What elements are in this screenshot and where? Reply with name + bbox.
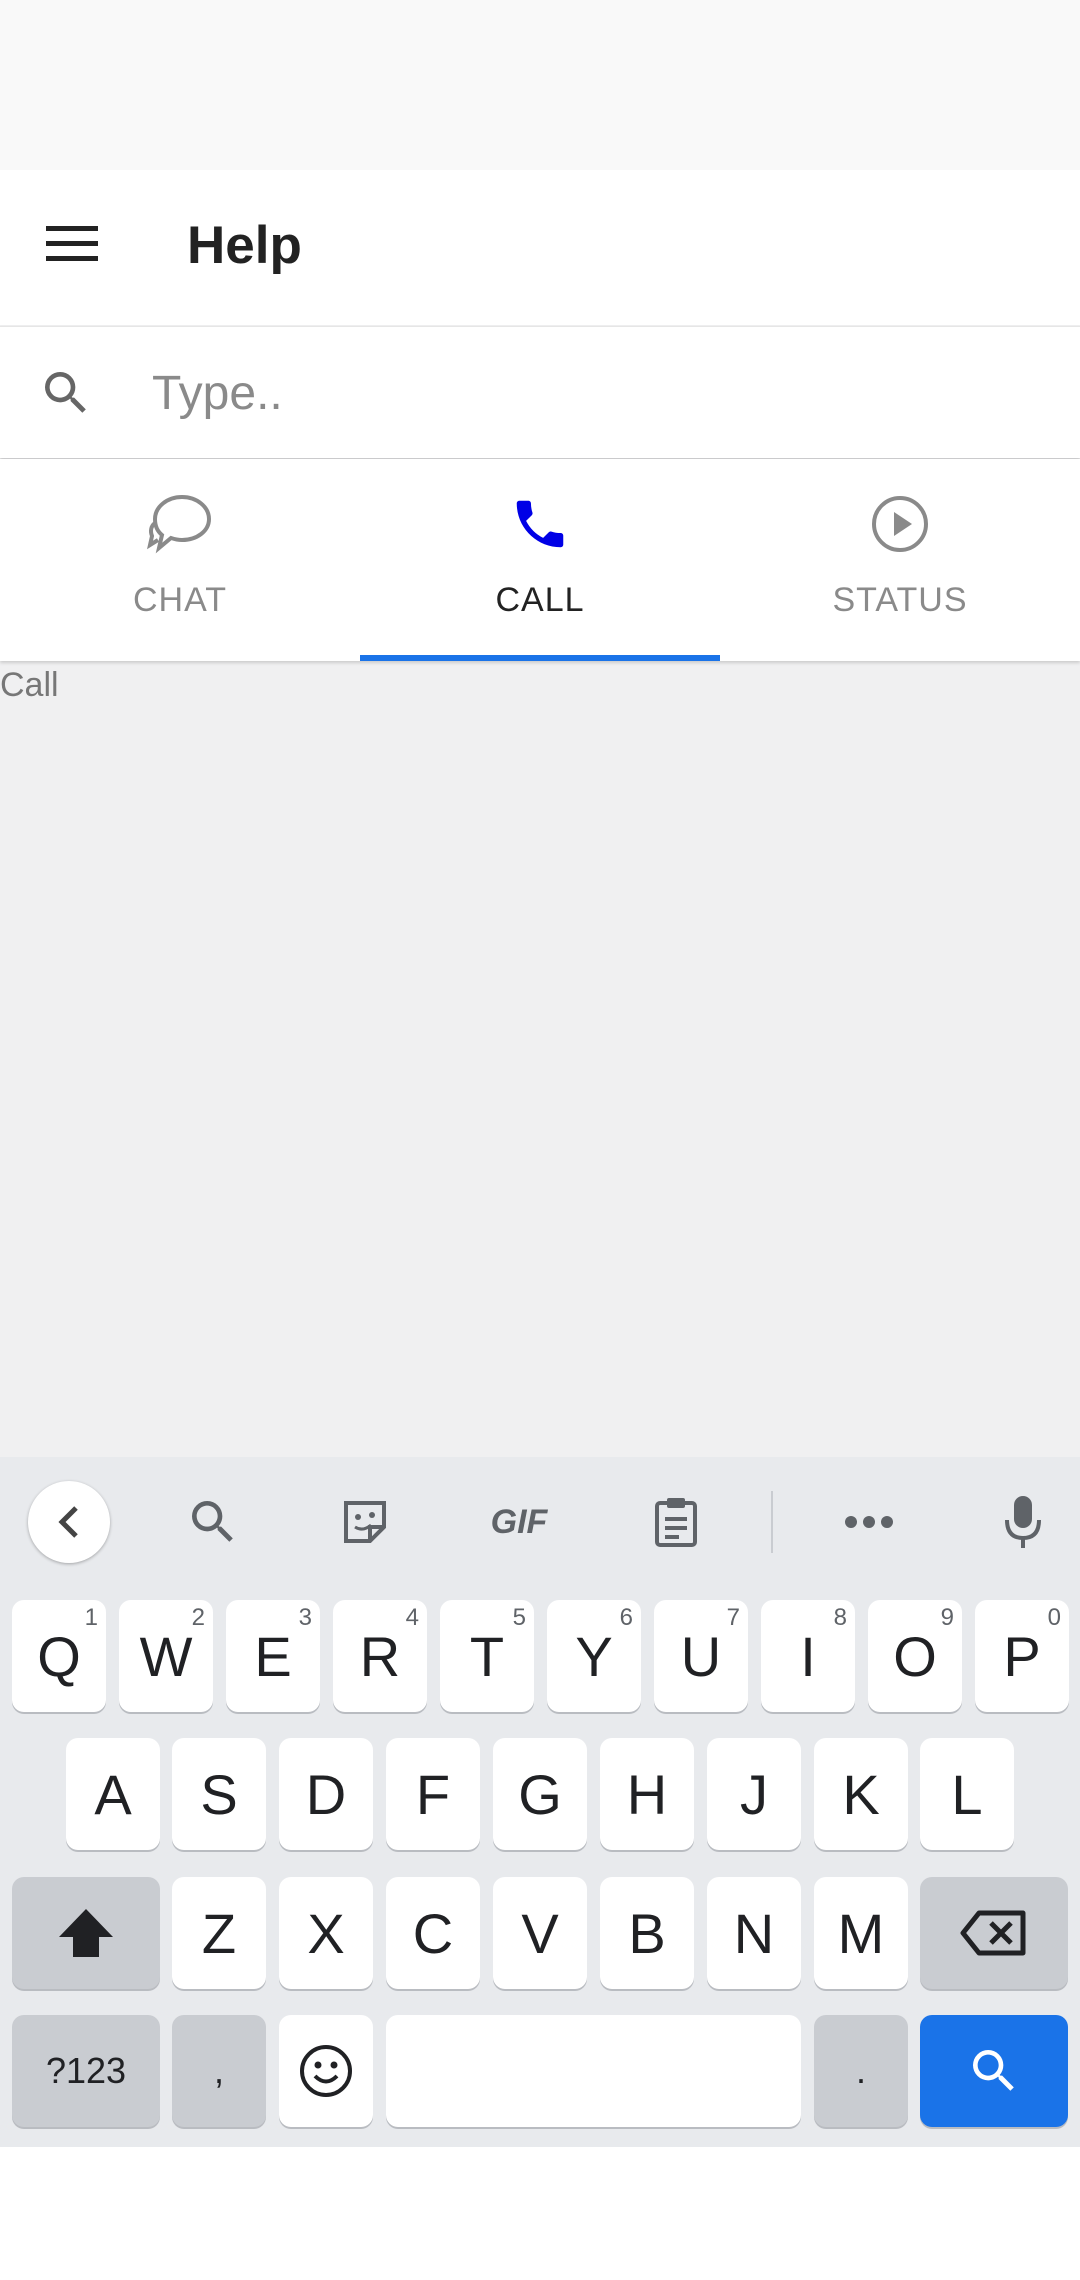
key-v[interactable]: V [493,1877,587,1989]
key-o[interactable]: O9 [868,1600,962,1712]
key-b[interactable]: B [600,1877,694,1989]
key-x[interactable]: X [279,1877,373,1989]
key-a[interactable]: A [66,1738,160,1850]
tab-label: CALL [495,581,585,619]
search-action-key[interactable] [920,2015,1068,2127]
key-h[interactable]: H [600,1738,694,1850]
microphone-icon[interactable] [982,1481,1064,1563]
tab-call[interactable]: CALL [360,459,720,661]
play-circle-icon [720,489,1080,559]
key-s[interactable]: S [172,1738,266,1850]
gif-label: GIF [490,1502,548,1541]
search-input[interactable] [150,347,1054,439]
key-l[interactable]: L [920,1738,1014,1850]
shift-key[interactable] [12,1877,160,1989]
key-p[interactable]: P0 [975,1600,1069,1712]
keyboard: GIF Q1 W2 E3 R4 T5 Y6 U7 I8 O9 P0 A S D … [0,1457,1080,2147]
search-bar [0,326,1080,458]
backspace-key[interactable] [920,1877,1068,1989]
backspace-icon [960,1910,1026,1956]
period-key[interactable]: . [814,2015,908,2127]
keyboard-toolbar: GIF [0,1457,1080,1585]
key-w[interactable]: W2 [119,1600,213,1712]
navigation-bar [0,2147,1080,2280]
symbols-key[interactable]: ?123 [12,2015,160,2127]
key-t[interactable]: T5 [440,1600,534,1712]
key-f[interactable]: F [386,1738,480,1850]
key-n[interactable]: N [707,1877,801,1989]
more-icon[interactable] [828,1481,910,1563]
chat-bubble-icon [0,489,360,559]
content-label: Call [0,666,59,704]
phone-icon [360,489,720,559]
search-icon [38,365,94,421]
back-chevron-icon[interactable] [28,1481,110,1563]
key-y[interactable]: Y6 [547,1600,641,1712]
tab-active-indicator [360,655,720,661]
emoji-key[interactable] [279,2015,373,2127]
search-icon[interactable] [172,1481,254,1563]
toolbar-divider [771,1491,773,1553]
comma-key[interactable]: , [172,2015,266,2127]
key-k[interactable]: K [814,1738,908,1850]
gif-icon[interactable]: GIF [478,1481,560,1563]
sticker-icon[interactable] [324,1481,406,1563]
key-d[interactable]: D [279,1738,373,1850]
key-i[interactable]: I8 [761,1600,855,1712]
shift-icon [59,1909,113,1957]
clipboard-icon[interactable] [635,1481,717,1563]
key-z[interactable]: Z [172,1877,266,1989]
emoji-icon [300,2045,352,2097]
tab-label: STATUS [832,581,968,619]
status-bar [0,0,1080,170]
tab-label: CHAT [132,581,228,619]
key-r[interactable]: R4 [333,1600,427,1712]
key-g[interactable]: G [493,1738,587,1850]
tab-chat[interactable]: CHAT [0,459,360,661]
space-key[interactable] [386,2015,801,2127]
key-j[interactable]: J [707,1738,801,1850]
key-q[interactable]: Q1 [12,1600,106,1712]
key-e[interactable]: E3 [226,1600,320,1712]
search-icon [973,2050,1014,2091]
key-u[interactable]: U7 [654,1600,748,1712]
tab-status[interactable]: STATUS [720,459,1080,661]
tab-bar: CHAT CALL STATUS [0,459,1080,661]
hamburger-menu-icon[interactable] [24,196,120,292]
app-bar: Help [0,170,1080,325]
key-c[interactable]: C [386,1877,480,1989]
page-title: Help [187,216,302,275]
key-m[interactable]: M [814,1877,908,1989]
